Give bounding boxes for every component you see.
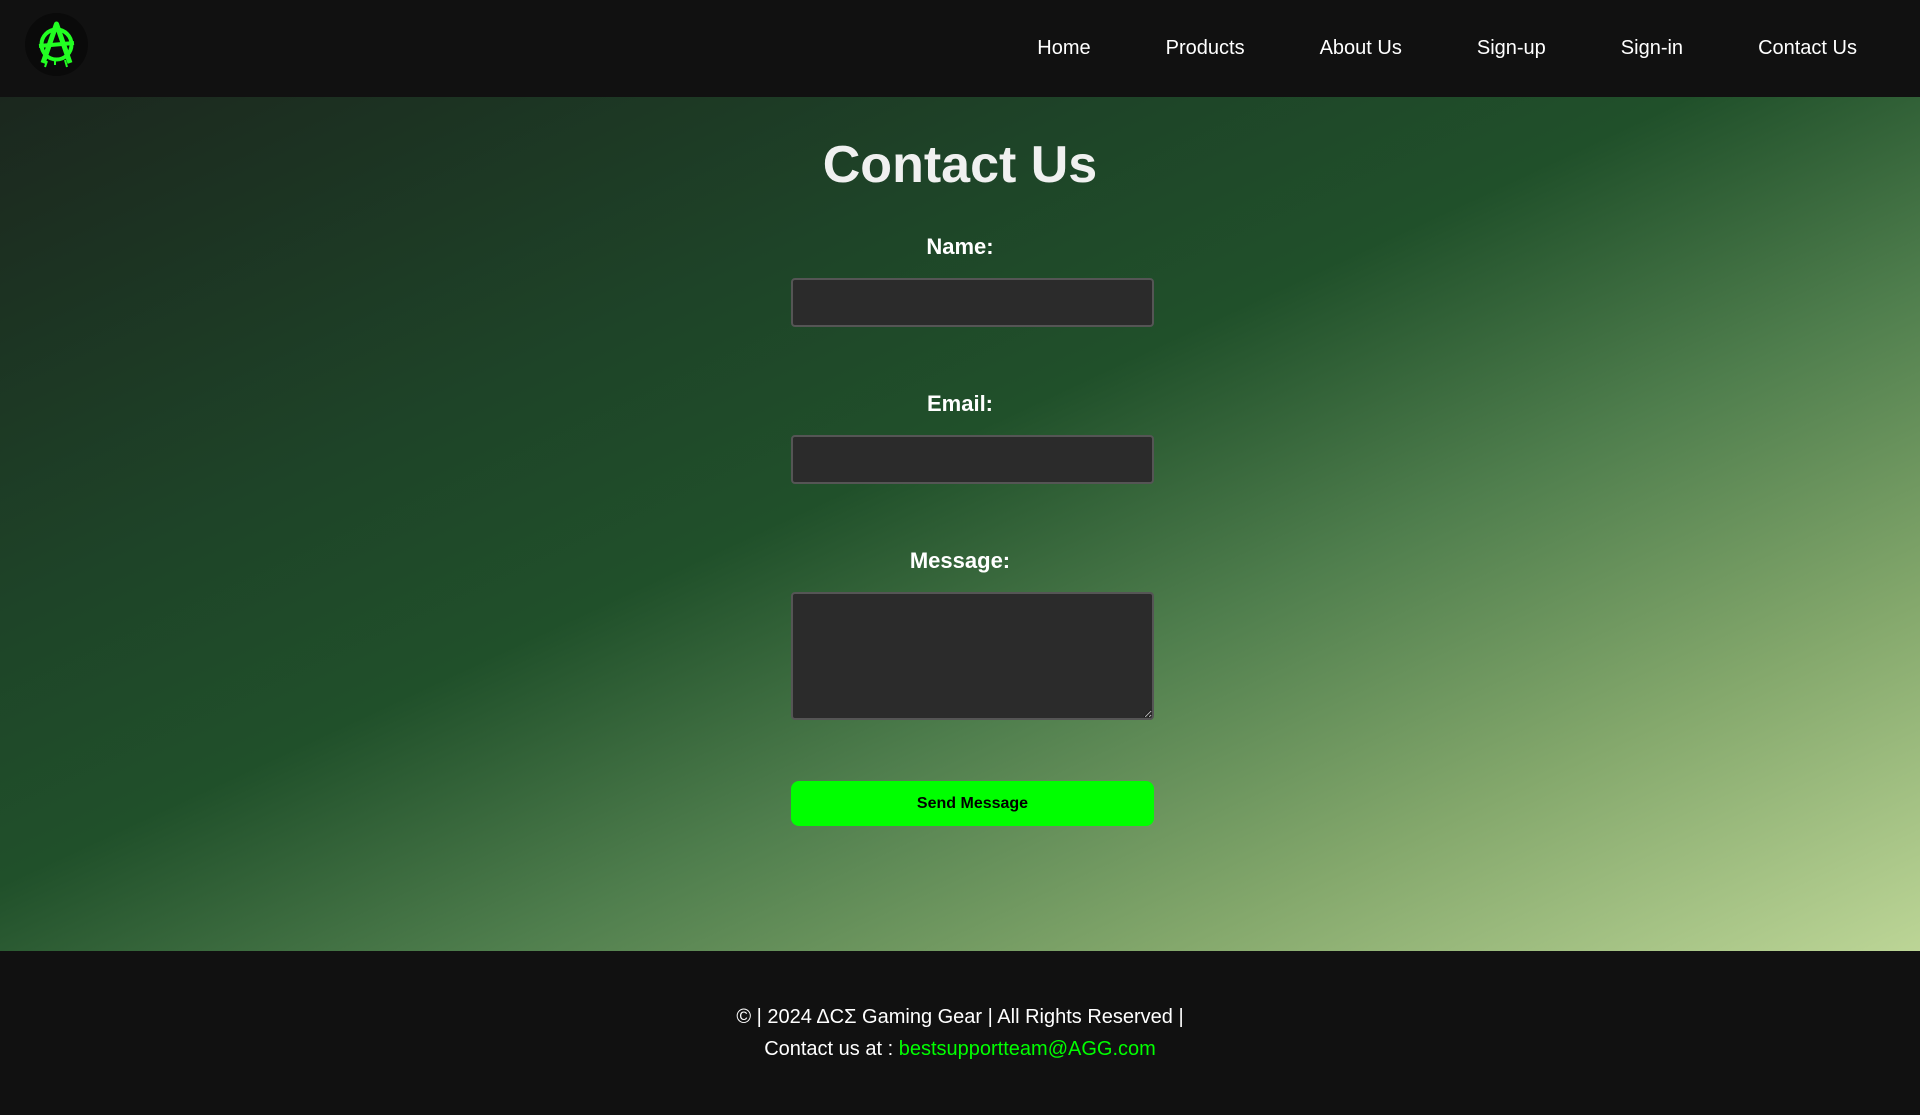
- footer: © | 2024 ΔCΣ Gaming Gear | All Rights Re…: [0, 951, 1920, 1115]
- message-label: Message:: [909, 548, 1011, 573]
- email-input[interactable]: [791, 435, 1154, 484]
- footer-contact-prefix: Contact us at :: [764, 1038, 894, 1060]
- footer-contact: Contact us at : bestsupportteam@AGG.com: [0, 1038, 1920, 1061]
- logo[interactable]: [25, 13, 88, 76]
- send-message-button[interactable]: Send Message: [791, 781, 1154, 826]
- navbar: Home Products About Us Sign-up Sign-in C…: [0, 0, 1920, 97]
- nav-link-sign-in[interactable]: Sign-in: [1621, 37, 1683, 60]
- nav-link-sign-up[interactable]: Sign-up: [1477, 37, 1546, 60]
- nav-link-contact-us[interactable]: Contact Us: [1758, 37, 1857, 60]
- anarchy-logo-icon: [26, 14, 87, 75]
- nav-link-about-us[interactable]: About Us: [1320, 37, 1402, 60]
- nav-links: Home Products About Us Sign-up Sign-in C…: [1037, 0, 1920, 97]
- name-input[interactable]: [791, 278, 1154, 327]
- email-label: Email:: [926, 391, 994, 416]
- nav-link-products[interactable]: Products: [1166, 37, 1245, 60]
- name-label: Name:: [926, 234, 994, 259]
- message-textarea[interactable]: [791, 592, 1154, 720]
- footer-copyright: © | 2024 ΔCΣ Gaming Gear | All Rights Re…: [736, 1006, 1184, 1028]
- contact-section: Contact Us Name: Email: Message: Send Me…: [0, 97, 1920, 951]
- page-title: Contact Us: [822, 136, 1098, 194]
- nav-link-home[interactable]: Home: [1037, 37, 1090, 60]
- footer-email-link[interactable]: bestsupportteam@AGG.com: [899, 1038, 1156, 1060]
